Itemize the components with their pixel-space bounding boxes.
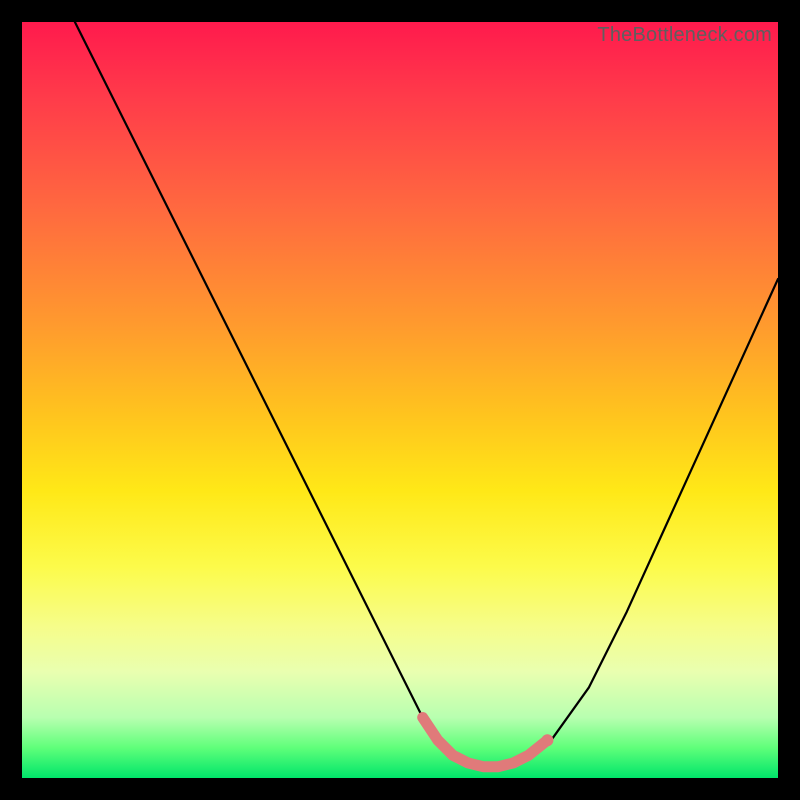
chart-plot-area: TheBottleneck.com [22,22,778,778]
bottleneck-curve-line [75,22,778,767]
chart-svg [22,22,778,778]
low-bottleneck-band-line [423,718,548,767]
chart-frame: TheBottleneck.com [0,0,800,800]
band-right-end-marker [541,734,553,746]
